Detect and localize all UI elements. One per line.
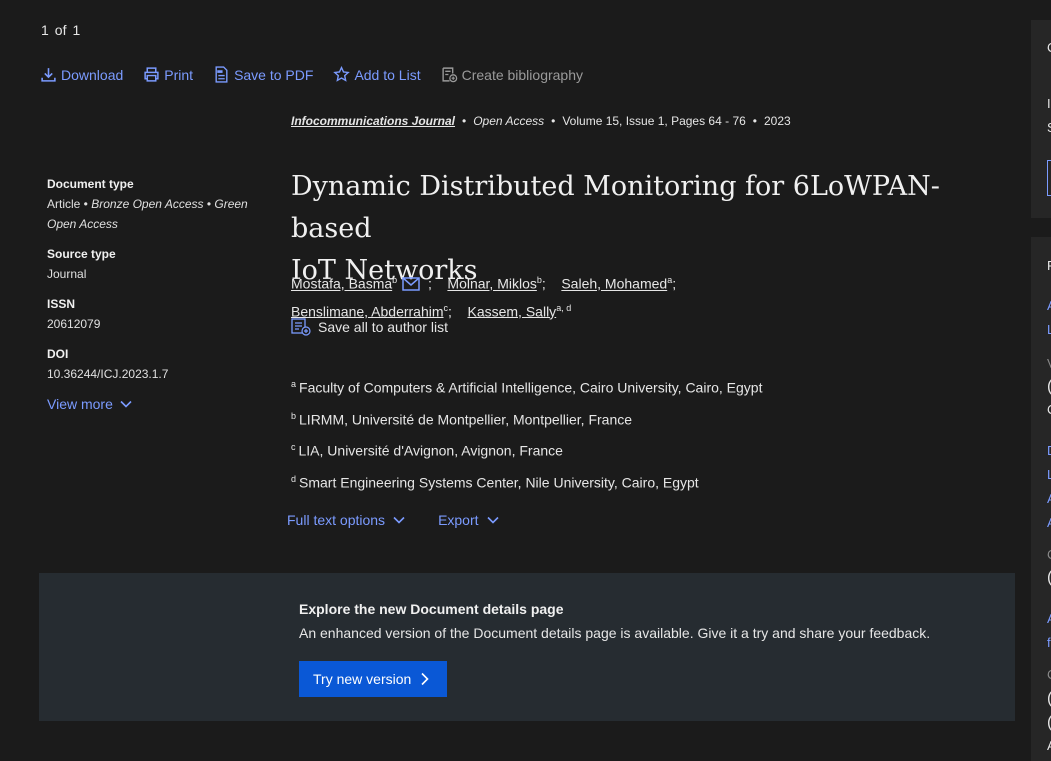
right-panel-link[interactable]: L — [1047, 322, 1051, 337]
right-panel-text: ( — [1047, 378, 1051, 396]
right-panel-text: S — [1047, 120, 1051, 135]
right-panel-text: ( — [1047, 569, 1051, 587]
pager-total: 1 — [72, 22, 81, 38]
create-bibliography-button[interactable]: Create bibliography — [441, 66, 583, 83]
right-panel-link[interactable]: A — [1047, 491, 1051, 506]
document-type-value: Article • Bronze Open Access • Green Ope… — [47, 197, 248, 231]
journal-link[interactable]: Infocommunications Journal — [291, 114, 455, 128]
author-link[interactable]: Saleh, Mohamed — [561, 276, 667, 292]
chevron-down-icon — [486, 516, 499, 524]
right-panel-text: ( — [1047, 714, 1051, 732]
right-panel-link[interactable]: A — [1047, 611, 1051, 626]
document-type-label: Document type — [47, 177, 134, 191]
doi-label: DOI — [47, 347, 69, 361]
source-line: Infocommunications Journal • Open Access • V… — [291, 114, 791, 128]
right-panel-text: C — [1047, 547, 1051, 562]
affiliation-item: b LIRMM, Université de Montpellier, Montp… — [291, 410, 633, 428]
pdf-icon — [215, 66, 228, 83]
publication-year: 2023 — [764, 114, 791, 128]
right-panel-link[interactable]: f — [1047, 635, 1051, 650]
dot-separator: • — [462, 114, 467, 128]
star-icon — [333, 66, 351, 82]
right-panel-link[interactable]: A — [1047, 298, 1051, 313]
try-new-version-button[interactable]: Try new version — [299, 661, 447, 697]
volume-issue-pages: Volume 15, Issue 1, Pages 64 - 76 — [562, 114, 746, 128]
right-panel-text: I — [1047, 96, 1051, 111]
author-list: Mostafa, Basmab ; Molnar, Miklosb; Saleh… — [291, 275, 677, 320]
pager-of: of — [54, 22, 67, 38]
document-toolbar: Download Print Save to PDF Add to List C… — [40, 66, 603, 83]
view-more-button[interactable]: View more — [47, 394, 272, 414]
right-panel-text: A — [1047, 738, 1051, 753]
chevron-down-icon — [120, 400, 132, 408]
right-panel-text: ( — [1047, 690, 1051, 708]
printer-icon — [144, 67, 159, 82]
create-bibliography-label: Create bibliography — [461, 66, 583, 83]
save-all-authors-button[interactable]: Save all to author list — [291, 318, 448, 336]
author-link[interactable]: Molnar, Miklos — [447, 276, 536, 292]
add-to-list-label: Add to List — [354, 66, 421, 83]
title-line-1: Dynamic Distributed Monitoring for 6LoWP… — [291, 171, 940, 244]
author-affiliation-sup: c — [443, 302, 449, 313]
download-button[interactable]: Download — [40, 66, 123, 83]
chevron-down-icon — [393, 516, 405, 524]
banner-title: Explore the new Document details page — [299, 601, 564, 617]
pager-current: 1 — [41, 22, 49, 38]
export-label: Export — [438, 512, 479, 528]
download-label: Download — [61, 66, 124, 83]
download-icon — [41, 68, 56, 82]
export-button[interactable]: Export — [438, 512, 499, 528]
affiliation-item: c LIA, Université d'Avignon, Avignon, Fra… — [291, 442, 563, 459]
affiliations: a Faculty of Computers & Artificial Intel… — [291, 370, 763, 497]
right-panel-link[interactable]: L — [1047, 467, 1051, 482]
mail-icon[interactable] — [402, 276, 420, 291]
full-text-options-button[interactable]: Full text options — [287, 512, 406, 528]
author-affiliation-sup: b — [392, 275, 398, 285]
right-panel-text: C — [1047, 40, 1051, 55]
save-pdf-label: Save to PDF — [234, 66, 314, 83]
document-metadata: Document type Article • Bronze Open Acce… — [47, 174, 272, 414]
access-type: Open Access — [473, 114, 545, 128]
dot-separator: • — [551, 114, 556, 128]
banner-text: An enhanced version of the Document deta… — [299, 625, 931, 641]
author-link[interactable]: Kassem, Sally — [467, 303, 556, 319]
full-text-options-label: Full text options — [287, 512, 386, 528]
doi-value: 10.36244/ICJ.2023.1.7 — [47, 367, 169, 381]
print-label: Print — [164, 66, 194, 83]
right-panel-text: V — [1047, 356, 1051, 371]
save-all-label: Save all to author list — [318, 319, 448, 335]
print-button[interactable]: Print — [143, 66, 193, 83]
issn-label: ISSN — [47, 297, 76, 311]
author-affiliation-sup: b — [536, 275, 542, 285]
right-panel-button[interactable] — [1047, 160, 1051, 196]
view-more-label: View more — [47, 396, 113, 412]
author-affiliation-sup: a, d — [556, 302, 572, 313]
author-list-icon — [291, 318, 311, 336]
author-link[interactable]: Mostafa, Basma — [291, 276, 392, 292]
chevron-right-icon — [421, 672, 429, 686]
right-panel-text: C — [1047, 402, 1051, 417]
right-panel-text: F — [1047, 258, 1051, 273]
document-options: Full text options Export — [287, 512, 532, 528]
source-type-value: Journal — [47, 267, 87, 281]
right-panel-text: C — [1047, 667, 1051, 682]
add-to-list-button[interactable]: Add to List — [333, 66, 421, 83]
try-new-version-label: Try new version — [313, 671, 412, 687]
source-type-label: Source type — [47, 247, 116, 261]
author-affiliation-sup: a — [667, 275, 673, 285]
pager: 1 of 1 — [41, 22, 86, 38]
affiliation-item: d Smart Engineering Systems Center, Nile … — [291, 473, 699, 491]
right-panel-link[interactable]: A — [1047, 515, 1051, 530]
author-link[interactable]: Benslimane, Abderrahim — [291, 303, 444, 319]
new-version-banner — [39, 573, 1015, 721]
save-pdf-button[interactable]: Save to PDF — [213, 66, 313, 83]
right-panel-link[interactable]: D — [1047, 443, 1051, 458]
issn-value: 20612079 — [47, 317, 101, 331]
bibliography-icon — [442, 67, 457, 83]
dot-separator: • — [752, 114, 757, 128]
affiliation-item: a Faculty of Computers & Artificial Intel… — [291, 379, 763, 396]
